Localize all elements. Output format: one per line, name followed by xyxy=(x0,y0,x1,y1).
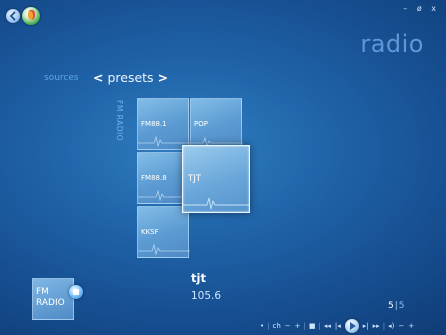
channel-up-button[interactable]: + xyxy=(295,322,301,330)
stop-button[interactable]: ■ xyxy=(309,322,316,330)
preset-label: FM88.8 xyxy=(141,174,167,182)
now-playing-stop-icon[interactable] xyxy=(69,285,83,299)
divider: | xyxy=(303,322,306,330)
play-pause-button[interactable] xyxy=(344,319,359,333)
counter-current: 5 xyxy=(388,301,394,311)
divider: | xyxy=(318,322,321,330)
back-button[interactable] xyxy=(6,9,20,23)
preset-label: TJT xyxy=(188,174,201,184)
now-playing-tile[interactable]: FM RADIO xyxy=(32,278,74,320)
previous-arrow-icon[interactable]: < xyxy=(93,70,103,85)
preset-tile-pop[interactable]: POP xyxy=(190,98,243,150)
back-arrow-icon xyxy=(9,11,16,21)
divider: | xyxy=(382,322,386,330)
now-playing-tile-line1: FM xyxy=(36,287,49,297)
now-playing-tile-text: FM RADIO xyxy=(36,287,65,309)
preset-tile-kksf[interactable]: KKSF xyxy=(137,206,190,258)
indicator-dot-icon: • xyxy=(260,322,265,330)
next-arrow-icon[interactable]: > xyxy=(158,70,168,85)
preset-counter: 5|5 xyxy=(388,301,405,311)
close-button[interactable]: x xyxy=(431,4,438,13)
presets-label: presets xyxy=(107,70,154,85)
next-track-button[interactable]: ▸| xyxy=(363,322,369,330)
section-label-fm-radio: FM RADIO xyxy=(115,100,124,142)
volume-up-button[interactable]: + xyxy=(408,322,414,330)
now-playing-station: tjt xyxy=(191,271,206,285)
preset-tile-tjt-selected[interactable]: TJT xyxy=(182,145,250,213)
divider: | xyxy=(267,322,270,330)
window-controls: – ø x xyxy=(400,4,438,13)
counter-total: 5 xyxy=(398,301,405,311)
volume-mute-button[interactable]: ◂) xyxy=(388,322,394,330)
presets-nav[interactable]: < presets > xyxy=(93,70,168,85)
media-center-logo-button[interactable] xyxy=(22,7,40,25)
page-title: radio xyxy=(360,30,424,58)
restore-button[interactable]: ø xyxy=(417,4,424,13)
signal-wave-icon xyxy=(138,243,190,256)
now-playing-tile-line2: RADIO xyxy=(36,298,65,308)
channel-label: ch xyxy=(272,322,281,330)
now-playing-frequency: 105.6 xyxy=(191,290,222,302)
rewind-button[interactable]: ◂◂ xyxy=(324,322,331,330)
signal-wave-icon xyxy=(183,197,249,210)
previous-track-button[interactable]: |◂ xyxy=(335,322,341,330)
transport-controls: • | ch − + | ■ | ◂◂ |◂ ▸| ▸▸ | ◂) − + xyxy=(258,318,446,334)
volume-down-button[interactable]: − xyxy=(398,322,404,330)
preset-label: KKSF xyxy=(141,228,159,236)
preset-tile-fm881[interactable]: FM88.1 xyxy=(137,98,190,150)
channel-down-button[interactable]: − xyxy=(285,322,291,330)
sources-link[interactable]: sources xyxy=(44,73,79,83)
minimize-button[interactable]: – xyxy=(403,4,409,13)
fast-forward-button[interactable]: ▸▸ xyxy=(373,322,380,330)
preset-label: POP xyxy=(194,120,208,128)
preset-label: FM88.1 xyxy=(141,120,167,128)
